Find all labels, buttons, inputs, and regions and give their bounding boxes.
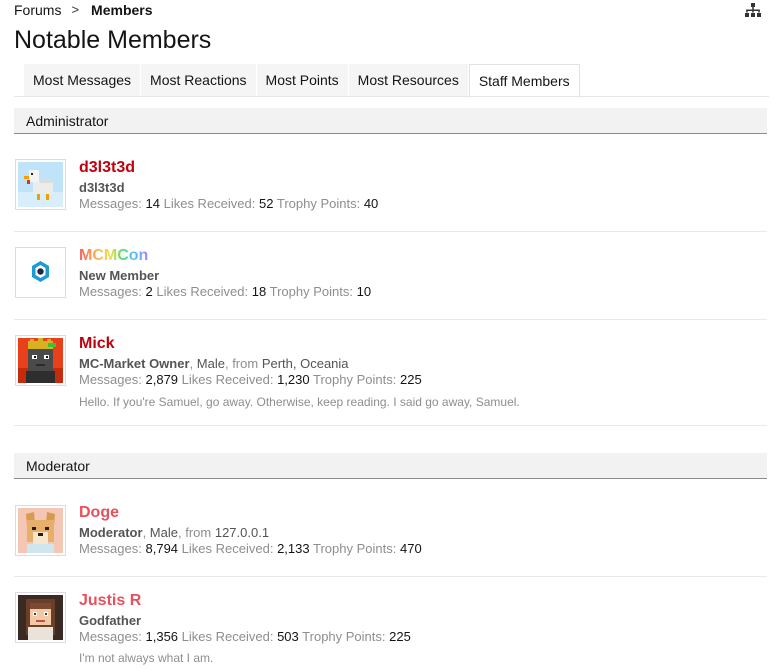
member-stats: Messages: 2,879 Likes Received: 1,230 Tr… bbox=[79, 372, 422, 387]
tabs-divider bbox=[14, 96, 769, 97]
cat-king-avatar-icon bbox=[18, 338, 63, 383]
member-stats: Messages: 8,794 Likes Received: 2,133 Tr… bbox=[79, 541, 422, 556]
avatar[interactable] bbox=[15, 592, 66, 643]
avatar[interactable] bbox=[15, 335, 66, 386]
member-title: MC-Market Owner, Male, from Perth, Ocean… bbox=[79, 356, 349, 371]
chicken-avatar-icon bbox=[18, 162, 63, 207]
notable-members-page: Forums > Members Notable Members Most Me… bbox=[0, 0, 783, 670]
member-signature: Hello. If you're Samuel, go away. Otherw… bbox=[79, 395, 520, 409]
member-title: d3l3t3d bbox=[79, 180, 125, 195]
member-title: Godfather bbox=[79, 613, 142, 628]
tab-staff-members[interactable]: Staff Members bbox=[468, 64, 580, 98]
row-divider bbox=[14, 425, 767, 426]
tab-most-points[interactable]: Most Points bbox=[256, 64, 349, 96]
sitemap-icon[interactable] bbox=[745, 3, 761, 17]
member-row: Doge Moderator, Male, from 127.0.0.1 Mes… bbox=[14, 479, 767, 577]
doge-avatar-icon bbox=[18, 508, 63, 553]
member-stats: Messages: 1,356 Likes Received: 503 Trop… bbox=[79, 629, 411, 644]
avatar[interactable] bbox=[15, 247, 66, 298]
member-name[interactable]: MCMCon bbox=[79, 246, 148, 266]
member-row: Mick MC-Market Owner, Male, from Perth, … bbox=[14, 319, 767, 426]
member-title: Moderator, Male, from 127.0.0.1 bbox=[79, 525, 270, 540]
member-name[interactable]: Doge bbox=[79, 503, 119, 523]
section-header-moderator: Moderator bbox=[14, 453, 767, 479]
member-stats: Messages: 14 Likes Received: 52 Trophy P… bbox=[79, 196, 379, 211]
member-signature: I'm not always what I am. bbox=[79, 651, 214, 665]
breadcrumb-forums-link[interactable]: Forums bbox=[14, 1, 61, 19]
page-title: Notable Members bbox=[14, 26, 212, 54]
avatar[interactable] bbox=[15, 505, 66, 556]
tab-most-resources[interactable]: Most Resources bbox=[348, 64, 469, 96]
tab-most-messages[interactable]: Most Messages bbox=[24, 64, 142, 96]
member-stats: Messages: 2 Likes Received: 18 Trophy Po… bbox=[79, 284, 372, 299]
member-row: MCMCon New Member Messages: 2 Likes Rece… bbox=[14, 231, 767, 320]
breadcrumb: Forums > Members bbox=[14, 1, 153, 19]
member-tabs: Most Messages Most Reactions Most Points… bbox=[24, 64, 580, 98]
avatar[interactable] bbox=[15, 159, 66, 210]
member-name[interactable]: Mick bbox=[79, 334, 115, 354]
member-row: Justis R Godfather Messages: 1,356 Likes… bbox=[14, 576, 767, 670]
member-title: New Member bbox=[79, 268, 160, 283]
section-header-administrator: Administrator bbox=[14, 108, 767, 134]
breadcrumb-members-link[interactable]: Members bbox=[91, 1, 152, 19]
hexagon-logo-avatar-icon bbox=[18, 250, 63, 295]
pixel-character-avatar-icon bbox=[18, 595, 63, 640]
breadcrumb-separator: > bbox=[71, 2, 80, 17]
member-name[interactable]: Justis R bbox=[79, 591, 141, 611]
member-row: d3l3t3d d3l3t3d Messages: 14 Likes Recei… bbox=[14, 134, 767, 232]
member-name[interactable]: d3l3t3d bbox=[79, 158, 135, 178]
tab-most-reactions[interactable]: Most Reactions bbox=[141, 64, 257, 96]
